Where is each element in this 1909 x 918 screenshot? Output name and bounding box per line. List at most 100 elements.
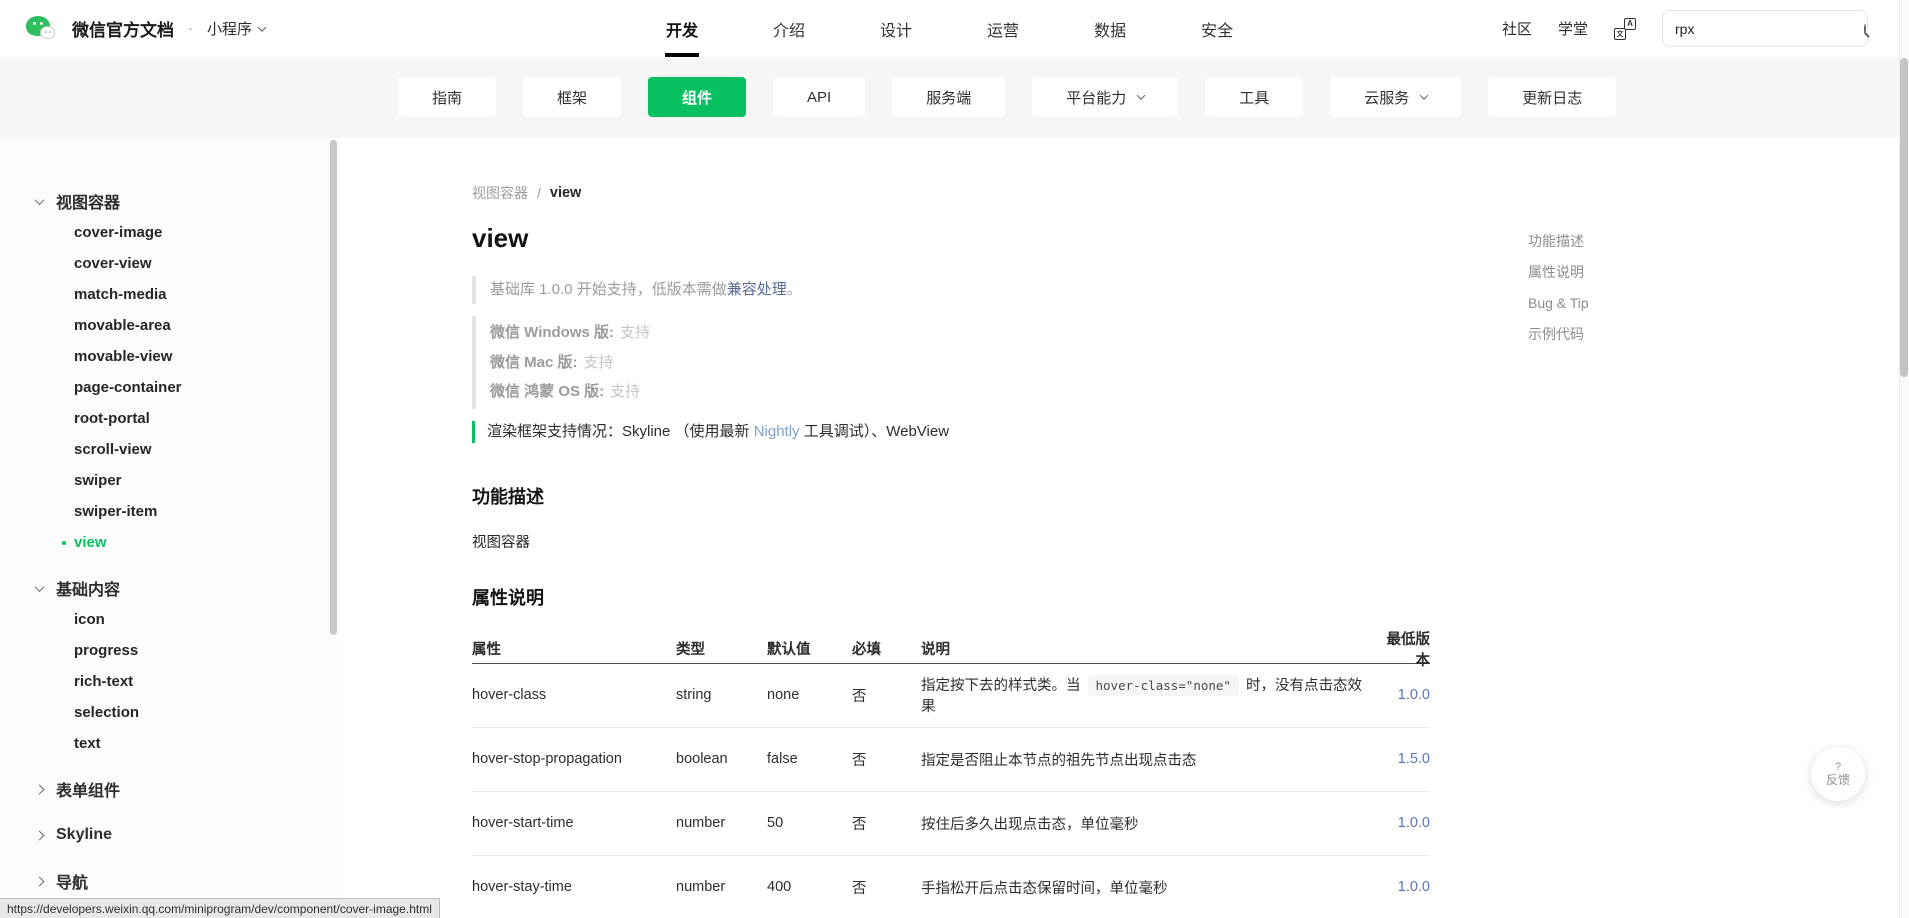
feedback-button[interactable]: ? 反馈	[1811, 747, 1865, 801]
sidebar-item-scroll-view[interactable]: scroll-view	[0, 434, 337, 465]
link-preview-statusbar: https://developers.weixin.qq.com/minipro…	[0, 898, 440, 918]
toc-attributes[interactable]: 属性说明	[1528, 257, 1589, 288]
breadcrumb-parent[interactable]: 视图容器	[472, 183, 528, 203]
attr-type: string	[676, 687, 767, 703]
attr-name: hover-stop-propagation	[472, 751, 676, 767]
platform-line-harmony: 微信 鸿蒙 OS 版:支持	[490, 377, 1497, 407]
top-header: 微信官方文档 · 小程序 开发 介绍 设计 运营 数据 安全 社区 学堂 A 文	[0, 0, 1909, 57]
sidebar-section-header[interactable]: 表单组件	[0, 773, 337, 805]
sidebar-item-page-container[interactable]: page-container	[0, 372, 337, 403]
compat-link[interactable]: 兼容处理	[727, 281, 787, 298]
search-input[interactable]	[1675, 21, 1856, 37]
table-row: hover-class string none 否 指定按下去的样式类。当hov…	[472, 664, 1430, 728]
subnav-tools[interactable]: 工具	[1205, 77, 1303, 117]
table-row: hover-stay-time number 400 否 手指松开后点击态保留时…	[472, 856, 1430, 918]
main-content: 视图容器 / view view 基础库 1.0.0 开始支持，低版本需做兼容处…	[337, 138, 1497, 918]
page: 微信官方文档 · 小程序 开发 介绍 设计 运营 数据 安全 社区 学堂 A 文	[0, 0, 1909, 918]
sidebar-section-header[interactable]: 视图容器	[0, 185, 337, 217]
nav-dev[interactable]: 开发	[666, 0, 698, 57]
sidebar-item-movable-area[interactable]: movable-area	[0, 310, 337, 341]
sidebar-item-swiper-item[interactable]: swiper-item	[0, 496, 337, 527]
sidebar-item-cover-view[interactable]: cover-view	[0, 248, 337, 279]
page-scrollbar-track[interactable]	[1899, 0, 1909, 918]
nav-operation[interactable]: 运营	[987, 0, 1019, 57]
col-type: 类型	[676, 638, 767, 659]
subnav-cloud[interactable]: 云服务	[1330, 77, 1461, 117]
toc-feature[interactable]: 功能描述	[1528, 226, 1589, 257]
attr-type: boolean	[676, 751, 767, 767]
sidebar-section-header[interactable]: 基础内容	[0, 572, 337, 604]
wechat-logo-icon	[26, 14, 62, 44]
table-row: hover-start-time number 50 否 按住后多久出现点击态，…	[472, 792, 1430, 856]
chevron-right-icon	[35, 784, 45, 794]
sidebar-item-movable-view[interactable]: movable-view	[0, 341, 337, 372]
sidebar-item-view[interactable]: view	[0, 527, 337, 558]
toc-sample-code[interactable]: 示例代码	[1528, 319, 1589, 350]
support-note: 基础库 1.0.0 开始支持，低版本需做兼容处理。	[472, 276, 1497, 304]
sidebar-section-basic-content: 基础内容 icon progress rich-text selection t…	[0, 572, 337, 759]
subnav-framework[interactable]: 框架	[523, 77, 621, 117]
site-title: 微信官方文档	[72, 16, 174, 41]
attr-version-link[interactable]: 1.0.0	[1375, 687, 1430, 703]
feature-body: 视图容器	[472, 531, 1497, 552]
attr-name: hover-start-time	[472, 815, 676, 831]
attr-required: 否	[852, 813, 921, 834]
sidebar-item-rich-text[interactable]: rich-text	[0, 666, 337, 697]
attr-type: number	[676, 879, 767, 895]
attr-version-link[interactable]: 1.5.0	[1375, 751, 1430, 767]
breadcrumb: 视图容器 / view	[472, 183, 1497, 203]
sidebar-item-progress[interactable]: progress	[0, 635, 337, 666]
nav-security[interactable]: 安全	[1201, 0, 1233, 57]
sidebar-item-icon[interactable]: icon	[0, 604, 337, 635]
search-icon[interactable]	[1864, 24, 1866, 34]
attr-version-link[interactable]: 1.0.0	[1375, 879, 1430, 895]
chevron-down-icon	[258, 23, 266, 31]
sidebar-item-swiper[interactable]: swiper	[0, 465, 337, 496]
nightly-link[interactable]: Nightly	[754, 423, 800, 440]
attr-required: 否	[852, 877, 921, 898]
active-item-bullet	[62, 541, 66, 545]
attr-version-link[interactable]: 1.0.0	[1375, 815, 1430, 831]
toc-bug-tip[interactable]: Bug & Tip	[1528, 288, 1589, 319]
link-classroom[interactable]: 学堂	[1558, 18, 1588, 39]
sidebar-item-cover-image[interactable]: cover-image	[0, 217, 337, 248]
subnav-guide[interactable]: 指南	[398, 77, 496, 117]
nav-design[interactable]: 设计	[880, 0, 912, 57]
attr-required: 否	[852, 685, 921, 706]
sidebar-item-match-media[interactable]: match-media	[0, 279, 337, 310]
product-switcher[interactable]: 小程序	[207, 18, 265, 39]
title-separator: ·	[188, 20, 193, 37]
subnav-server[interactable]: 服务端	[892, 77, 1005, 117]
attr-desc: 手指松开后点击态保留时间，单位毫秒	[921, 877, 1375, 898]
subnav-platform[interactable]: 平台能力	[1032, 77, 1178, 117]
nav-data[interactable]: 数据	[1094, 0, 1126, 57]
subnav-changelog[interactable]: 更新日志	[1488, 77, 1616, 117]
col-version: 最低版本	[1375, 628, 1430, 670]
col-desc: 说明	[921, 638, 1375, 659]
question-icon: ?	[1835, 761, 1841, 773]
feedback-label: 反馈	[1826, 773, 1850, 788]
subnav-api[interactable]: API	[773, 77, 865, 117]
sidebar-item-root-portal[interactable]: root-portal	[0, 403, 337, 434]
page-scrollbar-thumb[interactable]	[1900, 58, 1908, 377]
top-nav: 开发 介绍 设计 运营 数据 安全	[666, 0, 1233, 57]
col-attr: 属性	[472, 638, 676, 659]
product-name: 小程序	[207, 18, 252, 39]
search-box[interactable]	[1662, 10, 1868, 47]
breadcrumb-current: view	[550, 185, 581, 201]
inline-code: hover-class="none"	[1088, 675, 1239, 696]
sidebar-section-form: 表单组件	[0, 773, 337, 805]
attr-default: 400	[767, 879, 852, 895]
brand[interactable]: 微信官方文档 · 小程序	[26, 0, 265, 57]
sidebar-section-header[interactable]: 导航	[0, 865, 337, 897]
sidebar-item-selection[interactable]: selection	[0, 697, 337, 728]
attr-name: hover-stay-time	[472, 879, 676, 895]
sidebar-section-header[interactable]: Skyline	[0, 819, 337, 851]
sidebar-scrollbar[interactable]	[330, 140, 337, 635]
link-community[interactable]: 社区	[1502, 18, 1532, 39]
translate-icon[interactable]: A 文	[1614, 18, 1636, 40]
nav-intro[interactable]: 介绍	[773, 0, 805, 57]
attr-required: 否	[852, 749, 921, 770]
subnav-component[interactable]: 组件	[648, 77, 746, 117]
sidebar-item-text[interactable]: text	[0, 728, 337, 759]
